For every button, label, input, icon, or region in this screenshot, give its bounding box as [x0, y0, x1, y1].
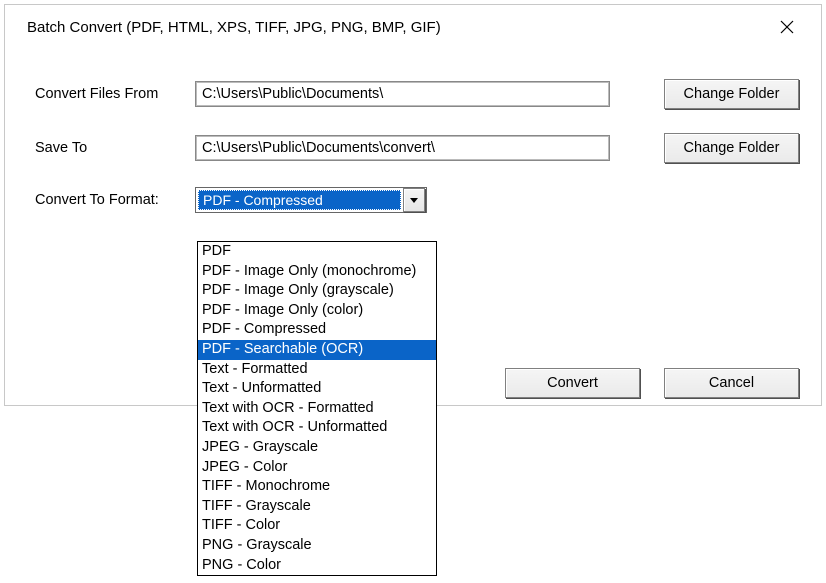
convert-from-input[interactable] — [195, 81, 610, 107]
format-option[interactable]: JPEG - Grayscale — [198, 438, 436, 458]
change-folder-saveto-button[interactable]: Change Folder — [664, 133, 799, 163]
format-option[interactable]: TIFF - Color — [198, 516, 436, 536]
format-option[interactable]: TIFF - Monochrome — [198, 477, 436, 497]
format-option[interactable]: Text - Unformatted — [198, 379, 436, 399]
dialog-content: Convert Files From Change Folder Save To… — [5, 49, 821, 213]
dialog-buttons: Convert Cancel — [505, 368, 799, 398]
format-option[interactable]: PDF - Image Only (monochrome) — [198, 262, 436, 282]
convert-from-label: Convert Files From — [35, 86, 195, 102]
close-button[interactable] — [769, 13, 805, 41]
format-option[interactable]: JPEG - Color — [198, 458, 436, 478]
format-option[interactable]: PNG - Color — [198, 556, 436, 576]
format-option[interactable]: Text with OCR - Unformatted — [198, 418, 436, 438]
change-folder-from-button[interactable]: Change Folder — [664, 79, 799, 109]
format-option[interactable]: PDF - Image Only (grayscale) — [198, 281, 436, 301]
format-combobox[interactable]: PDF - Compressed — [195, 187, 427, 213]
save-to-input[interactable] — [195, 135, 610, 161]
format-option[interactable]: PDF — [198, 242, 436, 262]
batch-convert-dialog: Batch Convert (PDF, HTML, XPS, TIFF, JPG… — [4, 4, 822, 406]
format-option[interactable]: PNG - Grayscale — [198, 536, 436, 556]
close-icon — [780, 20, 794, 34]
window-title: Batch Convert (PDF, HTML, XPS, TIFF, JPG… — [27, 19, 441, 36]
titlebar: Batch Convert (PDF, HTML, XPS, TIFF, JPG… — [5, 5, 821, 49]
format-option[interactable]: Text with OCR - Formatted — [198, 399, 436, 419]
format-option[interactable]: Text - Formatted — [198, 360, 436, 380]
format-row: Convert To Format: PDF - Compressed — [35, 187, 799, 213]
format-combobox-arrow[interactable] — [403, 188, 425, 212]
cancel-button[interactable]: Cancel — [664, 368, 799, 398]
format-option[interactable]: TIFF - Grayscale — [198, 497, 436, 517]
format-combobox-selected: PDF - Compressed — [198, 190, 401, 210]
format-option[interactable]: PDF - Compressed — [198, 320, 436, 340]
convert-button[interactable]: Convert — [505, 368, 640, 398]
chevron-down-icon — [410, 198, 418, 203]
save-to-row: Save To Change Folder — [35, 133, 799, 163]
format-option[interactable]: PDF - Image Only (color) — [198, 301, 436, 321]
format-dropdown-list[interactable]: PDFPDF - Image Only (monochrome)PDF - Im… — [197, 241, 437, 576]
format-option[interactable]: PDF - Searchable (OCR) — [198, 340, 436, 360]
format-label: Convert To Format: — [35, 192, 195, 208]
convert-from-row: Convert Files From Change Folder — [35, 79, 799, 109]
save-to-label: Save To — [35, 140, 195, 156]
